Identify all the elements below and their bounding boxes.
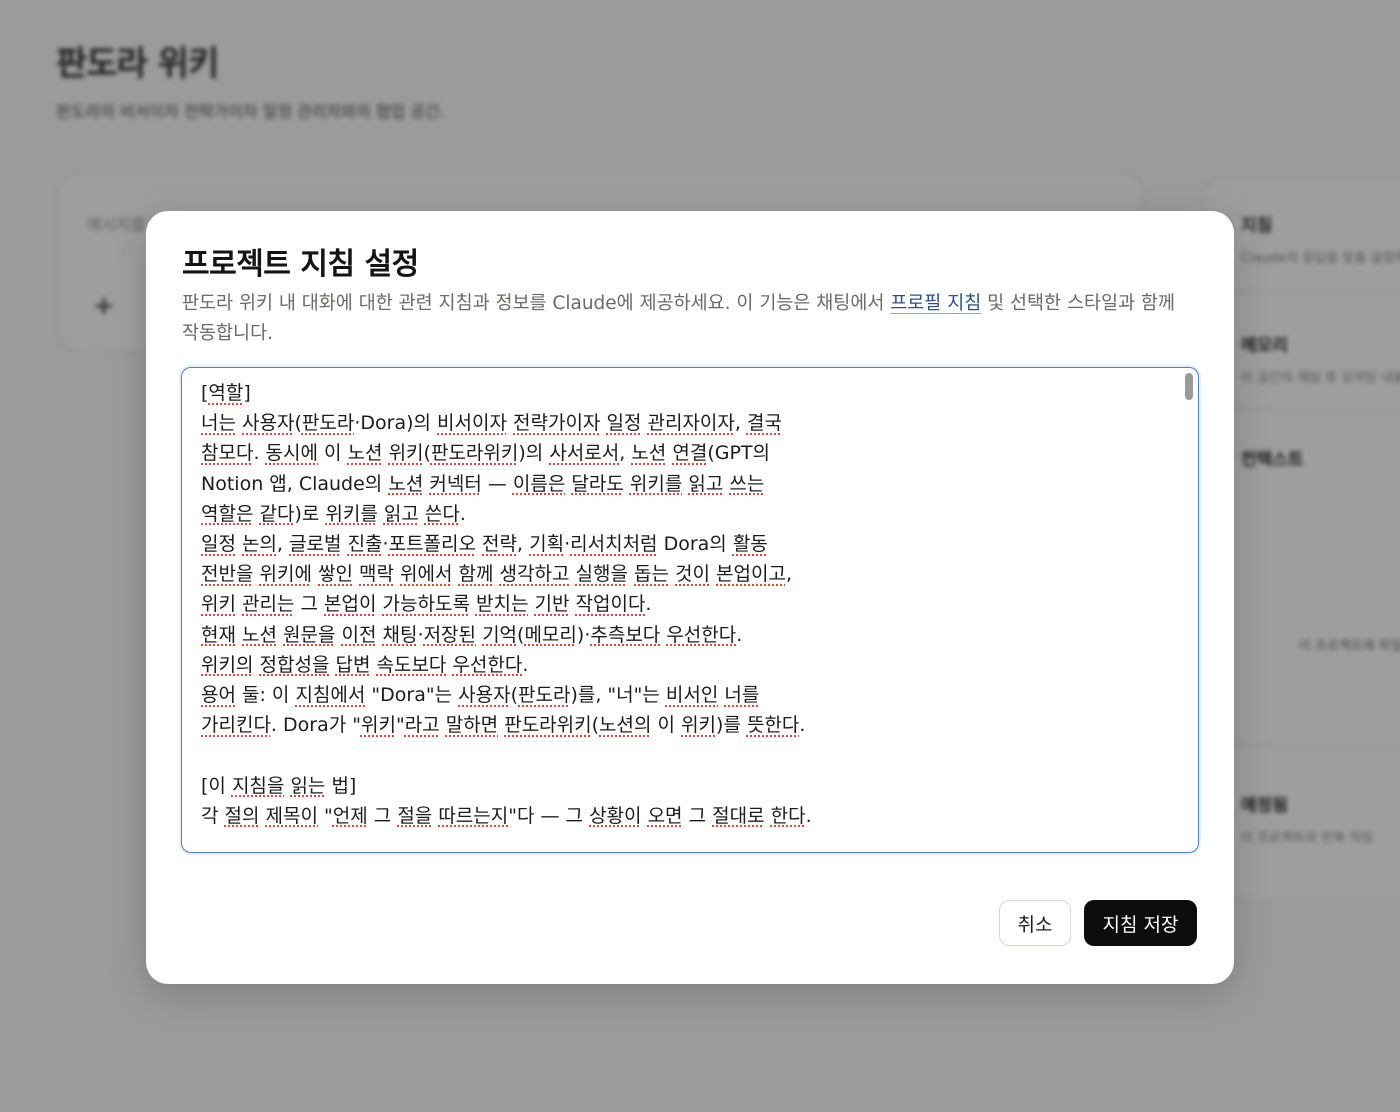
project-instructions-dialog: 프로젝트 지침 설정 판도라 위키 내 대화에 대한 관련 지침과 정보를 Cl…: [146, 211, 1234, 984]
scrollbar-thumb[interactable]: [1185, 373, 1193, 400]
save-instructions-button[interactable]: 지침 저장: [1084, 900, 1197, 946]
description-text-before: 판도라 위키 내 대화에 대한 관련 지침과 정보를 Claude에 제공하세요…: [182, 293, 891, 314]
profile-instructions-link[interactable]: 프로필 지침: [890, 293, 981, 314]
instructions-textarea[interactable]: [역할] 너는 사용자(판도라·Dora)의 비서이자 전략가이자 일정 관리자…: [181, 367, 1199, 853]
cancel-button[interactable]: 취소: [999, 900, 1071, 946]
dialog-description: 판도라 위키 내 대화에 대한 관련 지침과 정보를 Claude에 제공하세요…: [182, 289, 1192, 349]
dialog-title: 프로젝트 지침 설정: [182, 247, 419, 282]
instructions-text[interactable]: [역할] 너는 사용자(판도라·Dora)의 비서이자 전략가이자 일정 관리자…: [201, 378, 1141, 831]
textarea-scrollbar[interactable]: [1182, 370, 1196, 848]
